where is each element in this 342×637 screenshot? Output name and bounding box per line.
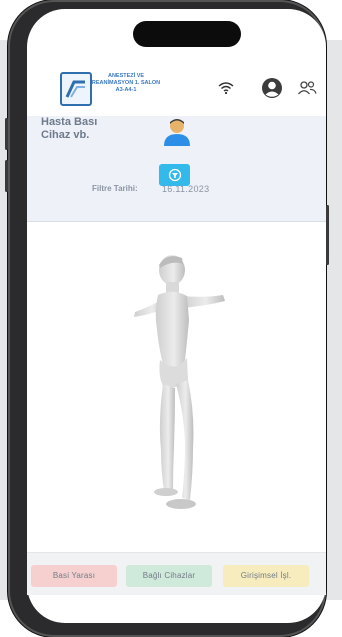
bottom-tab-bar: Basi Yarası Bağlı Cihazlar Girişimsel İş… bbox=[27, 552, 326, 595]
filter-date-value[interactable]: 16.11.2023 bbox=[162, 184, 209, 194]
power-button bbox=[326, 205, 329, 265]
3d-human-body-model bbox=[134, 255, 225, 509]
tab-pressure-ulcer[interactable]: Basi Yarası bbox=[31, 565, 117, 587]
hospital-logo-icon[interactable] bbox=[60, 72, 92, 106]
filter-icon bbox=[168, 168, 181, 182]
volume-down-button bbox=[5, 160, 8, 192]
tab-connected-devices[interactable]: Bağlı Cihazlar bbox=[126, 565, 212, 587]
users-icon[interactable] bbox=[295, 77, 319, 99]
app-header: ANESTEZİ VE REANİMASYON 1. SALON A3-A4-1 bbox=[27, 61, 326, 117]
filter-date-label: Filtre Tarihi: bbox=[92, 184, 138, 193]
tab-interventional-procedures[interactable]: Girişimsel İşl. bbox=[223, 565, 309, 587]
patient-icon[interactable] bbox=[162, 117, 192, 152]
volume-up-button bbox=[5, 118, 8, 150]
dynamic-island bbox=[133, 21, 241, 47]
patient-device-panel: Hasta Bası Cihaz vb. bbox=[27, 116, 326, 222]
filter-button[interactable] bbox=[159, 164, 190, 186]
panel-title: Hasta Bası Cihaz vb. bbox=[41, 116, 98, 141]
wifi-icon[interactable] bbox=[215, 77, 237, 99]
body-model-viewer[interactable] bbox=[27, 222, 326, 552]
account-circle-icon[interactable] bbox=[260, 76, 284, 100]
unit-title: ANESTEZİ VE REANİMASYON 1. SALON A3-A4-1 bbox=[91, 73, 161, 93]
